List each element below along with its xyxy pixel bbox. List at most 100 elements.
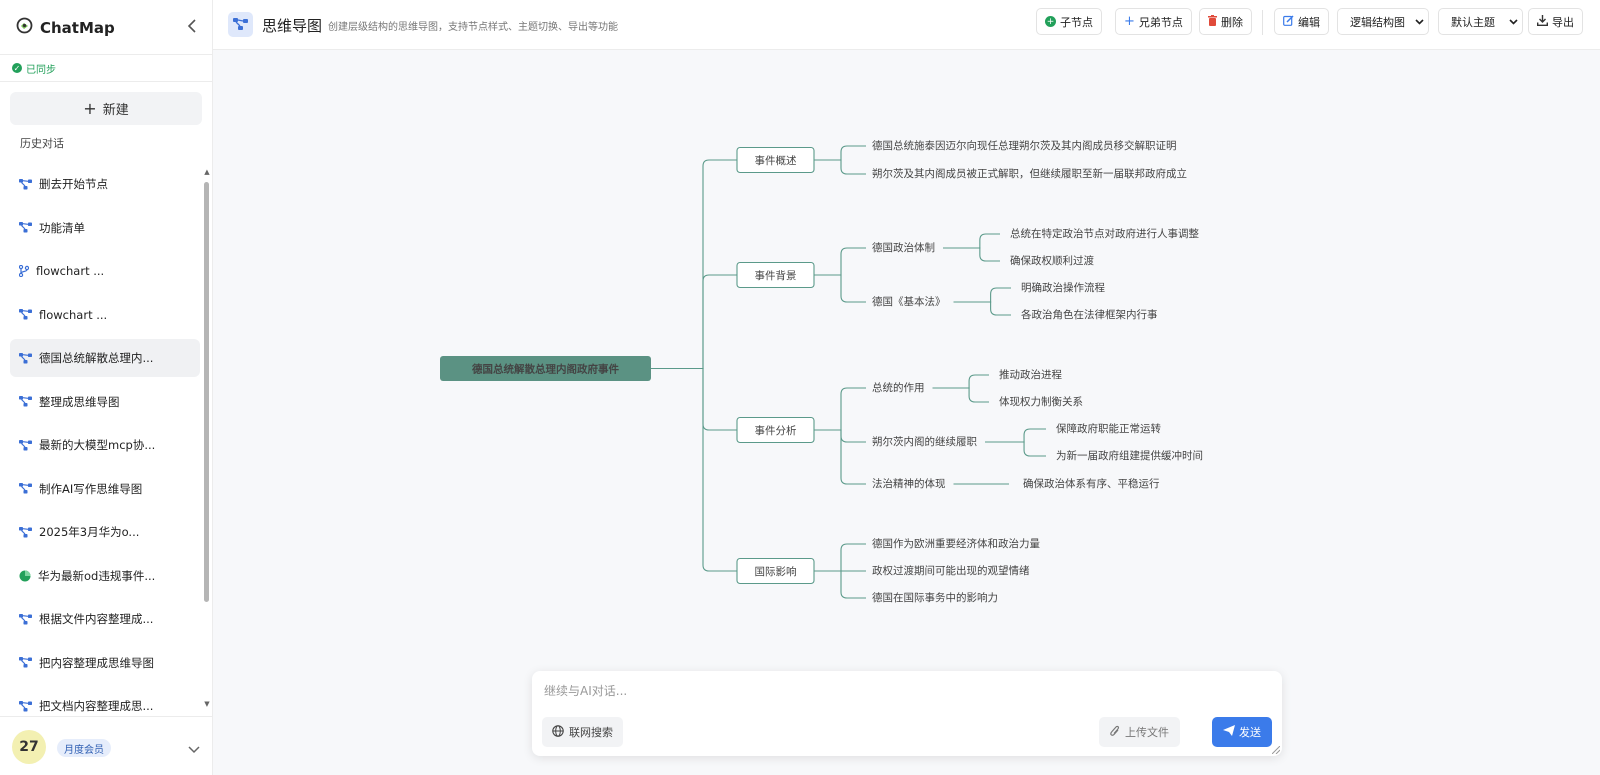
theme-select[interactable]: 默认主题 (1438, 8, 1523, 35)
add-child-node-button[interactable]: + 子节点 (1036, 8, 1102, 35)
child-node-label[interactable]: 德国在国际事务中的影响力 (872, 591, 998, 604)
sync-status: ✓ 已同步 (0, 54, 212, 82)
child-node-label[interactable]: 政权过渡期间可能出现的观望情绪 (872, 564, 1030, 577)
sidebar: ChatMap ✓ 已同步 + 新建 历史对话 删去开始节点功能清单 flowch… (0, 0, 213, 775)
history-item-label: 删去开始节点 (39, 177, 108, 191)
child-node-label[interactable]: 德国《基本法》 (872, 295, 946, 308)
history-item[interactable]: 把文档内容整理成思... (10, 687, 200, 715)
leaf-node-label[interactable]: 确保政权顺利过渡 (1010, 254, 1094, 267)
chatmap-logo-icon (16, 17, 33, 38)
child-node-label[interactable]: 总统的作用 (872, 381, 925, 394)
chevron-down-icon (1509, 15, 1518, 28)
resize-handle-icon[interactable] (1272, 746, 1280, 754)
leaf-node-label[interactable]: 体现权力制衡关系 (999, 395, 1083, 408)
mindmap[interactable]: 德国总统解散总理内阁政府事件 事件概述 德国总统施泰因迈尔向现任总理朔尔茨及其内阁成… (213, 50, 1600, 775)
connector-line (943, 247, 1000, 262)
history-item[interactable]: 删去开始节点 (10, 165, 200, 203)
mindmap-icon (19, 526, 32, 538)
branch-node-label[interactable]: 事件概述 (755, 154, 797, 167)
connector-line (814, 159, 866, 175)
upload-file-button[interactable]: 上传文件 (1099, 717, 1180, 747)
connector-line (651, 367, 737, 572)
brand[interactable]: ChatMap (16, 17, 115, 38)
history-item-label: 华为最新od违规事件... (38, 568, 156, 583)
history-item[interactable]: flowchart ... (10, 252, 200, 290)
history-scrollbar[interactable]: ▲ ▼ (203, 168, 211, 708)
edit-label: 编辑 (1298, 15, 1320, 29)
leaf-node-label[interactable]: 确保政治体系有序、平稳运行 (1023, 477, 1160, 490)
history-item[interactable]: 制作AI写作思维导图 (10, 470, 200, 508)
branch-node-label[interactable]: 事件分析 (755, 424, 797, 437)
edit-icon (1283, 14, 1294, 29)
mindmap-icon (19, 613, 32, 625)
history-item-label: 整理成思维导图 (39, 394, 120, 409)
branch-node-label[interactable]: 事件背景 (755, 269, 797, 282)
send-button[interactable]: 发送 (1212, 717, 1272, 747)
history-item[interactable]: 2025年3月华为o... (10, 513, 200, 551)
web-search-label: 联网搜索 (569, 726, 613, 739)
leaf-node-label[interactable]: 各政治角色在法律框架内行事 (1021, 308, 1158, 321)
pie-icon (19, 570, 31, 582)
history-item[interactable]: 德国总统解散总理内... (10, 339, 200, 377)
history-item[interactable]: 把内容整理成思维导图 (10, 644, 200, 682)
add-child-node-label: 子节点 (1060, 15, 1093, 29)
history-item[interactable]: 整理成思维导图 (10, 383, 200, 421)
child-node-label[interactable]: 朔尔茨及其内阁成员被正式解职，但继续履职至新一届联邦政府成立 (872, 167, 1187, 180)
export-button[interactable]: 导出 (1528, 8, 1583, 35)
mindmap-icon (228, 12, 253, 37)
export-label: 导出 (1552, 15, 1574, 29)
user-bar[interactable]: 27 月度会员 (0, 716, 212, 775)
scrollbar-thumb[interactable] (204, 182, 209, 602)
flowchart-icon (19, 265, 29, 277)
connector-line (814, 429, 866, 443)
child-node-label[interactable]: 朔尔茨内阁的继续履职 (872, 435, 977, 448)
plus-icon: + (83, 99, 97, 118)
connector-line (985, 441, 1046, 457)
edit-button[interactable]: 编辑 (1274, 8, 1329, 35)
history-item-label: 德国总统解散总理内... (39, 351, 154, 365)
history-item[interactable]: 根据文件内容整理成... (10, 600, 200, 638)
connector-line (814, 543, 866, 572)
child-node-label[interactable]: 法治精神的体现 (872, 477, 946, 490)
new-chat-button[interactable]: + 新建 (10, 92, 202, 125)
add-sibling-node-button[interactable]: + 兄弟节点 (1115, 8, 1192, 35)
avatar[interactable]: 27 (12, 730, 46, 764)
paper-plane-icon (1223, 725, 1235, 739)
leaf-node-label[interactable]: 明确政治操作流程 (1021, 281, 1105, 294)
child-node-label[interactable]: 德国作为欧洲重要经济体和政治力量 (872, 537, 1040, 550)
chat-input[interactable] (542, 683, 1246, 699)
layout-select[interactable]: 逻辑结构图 (1337, 8, 1429, 35)
leaf-node-label[interactable]: 推动政治进程 (999, 368, 1062, 381)
connector-line (814, 387, 866, 431)
sync-status-text: 已同步 (26, 64, 56, 76)
leaf-node-label[interactable]: 保障政府职能正常运转 (1056, 422, 1161, 435)
connector-line (814, 274, 866, 303)
child-node-label[interactable]: 德国政治体制 (872, 241, 935, 254)
history-item-label: 把内容整理成思维导图 (39, 655, 154, 670)
child-node-label[interactable]: 德国总统施泰因迈尔向现任总理朔尔茨及其内阁成员移交解职证明 (872, 139, 1177, 152)
trash-icon (1208, 14, 1217, 29)
history-item-label: flowchart ... (39, 307, 108, 322)
history-item[interactable]: 华为最新od违规事件... (10, 557, 200, 595)
history-item[interactable]: 功能清单 (10, 209, 200, 247)
history-item[interactable]: 最新的大模型mcp协... (10, 426, 200, 464)
history-item-label: 制作AI写作思维导图 (39, 481, 143, 496)
scroll-up-arrow-icon[interactable]: ▲ (203, 168, 211, 176)
root-node-label[interactable]: 德国总统解散总理内阁政府事件 (471, 363, 619, 376)
leaf-node-label[interactable]: 总统在特定政治节点对政府进行人事调整 (1010, 227, 1199, 240)
new-chat-label: 新建 (102, 103, 129, 118)
web-search-button[interactable]: 联网搜索 (542, 717, 623, 747)
scroll-down-arrow-icon[interactable]: ▼ (203, 700, 211, 708)
chat-box: 联网搜索 上传文件 发送 (532, 671, 1282, 756)
mindmap-icon (19, 222, 32, 233)
delete-node-button[interactable]: 删除 (1199, 8, 1252, 35)
mindmap-icon (19, 352, 32, 364)
chevron-down-icon[interactable] (188, 739, 200, 758)
history-title: 历史对话 (20, 137, 64, 150)
history-item[interactable]: flowchart ... (10, 296, 200, 334)
collapse-sidebar-button[interactable] (182, 14, 202, 38)
mindmap-canvas[interactable]: 德国总统解散总理内阁政府事件 事件概述 德国总统施泰因迈尔向现任总理朔尔茨及其内阁成… (213, 50, 1600, 775)
branch-node-label[interactable]: 国际影响 (755, 565, 797, 578)
leaf-node-label[interactable]: 为新一届政府组建提供缓冲时间 (1056, 449, 1203, 462)
connector-line (953, 301, 1011, 316)
